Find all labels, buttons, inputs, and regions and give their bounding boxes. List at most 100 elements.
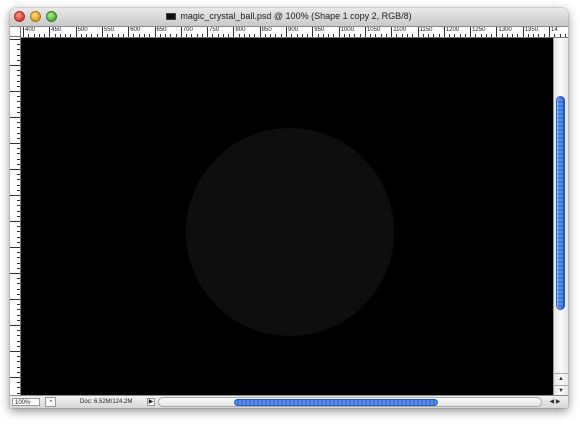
- ruler-major-tick: [364, 27, 366, 37]
- ruler-minor-tick: [380, 34, 382, 37]
- ruler-minor-tick: [17, 210, 20, 212]
- ruler-minor-tick: [412, 34, 414, 37]
- ruler-label: 1250: [472, 27, 486, 33]
- ruler-minor-tick: [422, 34, 424, 37]
- ruler-minor-tick: [17, 148, 20, 150]
- ruler-minor-tick: [438, 34, 440, 37]
- ruler-major-tick: [10, 143, 20, 144]
- ruler-minor-tick: [322, 34, 324, 37]
- ruler-minor-tick: [86, 34, 88, 37]
- ruler-minor-tick: [80, 34, 82, 37]
- vertical-scroll-arrows[interactable]: ▲ ▼: [554, 373, 568, 395]
- ruler-label: 1300: [498, 27, 512, 33]
- ruler-major-tick: [522, 27, 524, 37]
- ruler-minor-tick: [485, 34, 487, 37]
- ruler-minor-tick: [96, 34, 98, 37]
- ruler-minor-tick: [117, 34, 119, 37]
- ruler-minor-tick: [91, 34, 93, 37]
- ruler-minor-tick: [17, 158, 20, 160]
- ruler-major-tick: [10, 325, 20, 326]
- title-bar[interactable]: magic_crystal_ball.psd @ 100% (Shape 1 c…: [10, 8, 568, 27]
- navigator-icon[interactable]: ◔: [45, 397, 56, 407]
- horizontal-ruler[interactable]: 400 450 500 550 600 650 700 750 800 850 900 950 1000…: [21, 27, 568, 38]
- vertical-scrollbar[interactable]: ▲ ▼: [553, 38, 568, 395]
- ruler-minor-tick: [17, 241, 20, 243]
- ruler-minor-tick: [191, 34, 193, 37]
- ruler-label: 800: [235, 27, 246, 33]
- canvas[interactable]: [21, 38, 553, 395]
- ruler-major-tick: [207, 27, 209, 37]
- ruler-minor-tick: [17, 226, 20, 228]
- ruler-minor-tick: [17, 200, 20, 202]
- ruler-minor-tick: [254, 34, 256, 37]
- ruler-minor-tick: [480, 34, 482, 37]
- ruler-major-tick: [417, 27, 419, 37]
- ruler-minor-tick: [301, 34, 303, 37]
- ruler-label: 550: [103, 27, 114, 33]
- ruler-minor-tick: [291, 34, 293, 37]
- status-menu-arrow-icon[interactable]: ▶: [147, 398, 155, 406]
- vertical-scroll-thumb[interactable]: [556, 96, 565, 310]
- ruler-minor-tick: [359, 34, 361, 37]
- ruler-minor-tick: [107, 34, 109, 37]
- ruler-minor-tick: [554, 34, 556, 37]
- horizontal-scrollbar[interactable]: [158, 397, 542, 407]
- ruler-minor-tick: [475, 34, 477, 37]
- ruler-minor-tick: [159, 34, 161, 37]
- ruler-minor-tick: [564, 34, 566, 37]
- document-window: magic_crystal_ball.psd @ 100% (Shape 1 c…: [10, 8, 568, 408]
- ruler-origin[interactable]: [10, 27, 21, 37]
- ruler-minor-tick: [44, 34, 46, 37]
- ruler-minor-tick: [459, 34, 461, 37]
- ruler-label: 750: [209, 27, 220, 33]
- ruler-minor-tick: [17, 382, 20, 384]
- ruler-minor-tick: [17, 267, 20, 269]
- ruler-minor-tick: [17, 80, 20, 82]
- ruler-minor-tick: [328, 34, 330, 37]
- ruler-minor-tick: [17, 111, 20, 113]
- scroll-up-arrow-icon[interactable]: ▲: [554, 373, 568, 385]
- ruler-minor-tick: [170, 34, 172, 37]
- ruler-major-tick: [180, 27, 182, 37]
- ruler-minor-tick: [527, 34, 529, 37]
- horizontal-scroll-arrows-icon[interactable]: ◀ ▶: [543, 397, 567, 407]
- ruler-minor-tick: [17, 356, 20, 358]
- ruler-label: 950: [314, 27, 325, 33]
- ruler-minor-tick: [17, 288, 20, 290]
- ruler-minor-tick: [59, 34, 61, 37]
- ruler-minor-tick: [17, 137, 20, 139]
- ruler-major-tick: [101, 27, 103, 37]
- ruler-minor-tick: [228, 34, 230, 37]
- ruler-label: 650: [156, 27, 167, 33]
- ruler-major-tick: [549, 27, 550, 37]
- ruler-minor-tick: [406, 34, 408, 37]
- zoom-level-field[interactable]: 100%: [12, 398, 40, 406]
- ruler-minor-tick: [17, 392, 20, 394]
- ruler-major-tick: [128, 27, 130, 37]
- ruler-minor-tick: [512, 34, 514, 37]
- ruler-minor-tick: [370, 34, 372, 37]
- ruler-minor-tick: [17, 371, 20, 373]
- ruler-minor-tick: [17, 163, 20, 165]
- ruler-major-tick: [496, 27, 498, 37]
- ruler-minor-tick: [70, 34, 72, 37]
- ruler-minor-tick: [17, 252, 20, 254]
- ruler-minor-tick: [307, 34, 309, 37]
- ruler-major-tick: [470, 27, 472, 37]
- ruler-major-tick: [75, 27, 77, 37]
- vertical-ruler[interactable]: [10, 37, 21, 395]
- ruler-minor-tick: [354, 34, 356, 37]
- ruler-major-tick: [233, 27, 235, 37]
- ruler-minor-tick: [17, 132, 20, 134]
- ruler-label: 1000: [340, 27, 354, 33]
- ruler-label: 1200: [445, 27, 460, 33]
- ruler-major-tick: [10, 195, 20, 196]
- ruler-major-tick: [312, 27, 314, 37]
- ruler-label: 450: [51, 27, 62, 33]
- ruler-minor-tick: [17, 127, 20, 129]
- horizontal-scroll-thumb[interactable]: [234, 399, 438, 406]
- ruler-minor-tick: [501, 34, 503, 37]
- ruler-minor-tick: [222, 34, 224, 37]
- ruler-major-tick: [49, 27, 51, 37]
- ruler-minor-tick: [238, 34, 240, 37]
